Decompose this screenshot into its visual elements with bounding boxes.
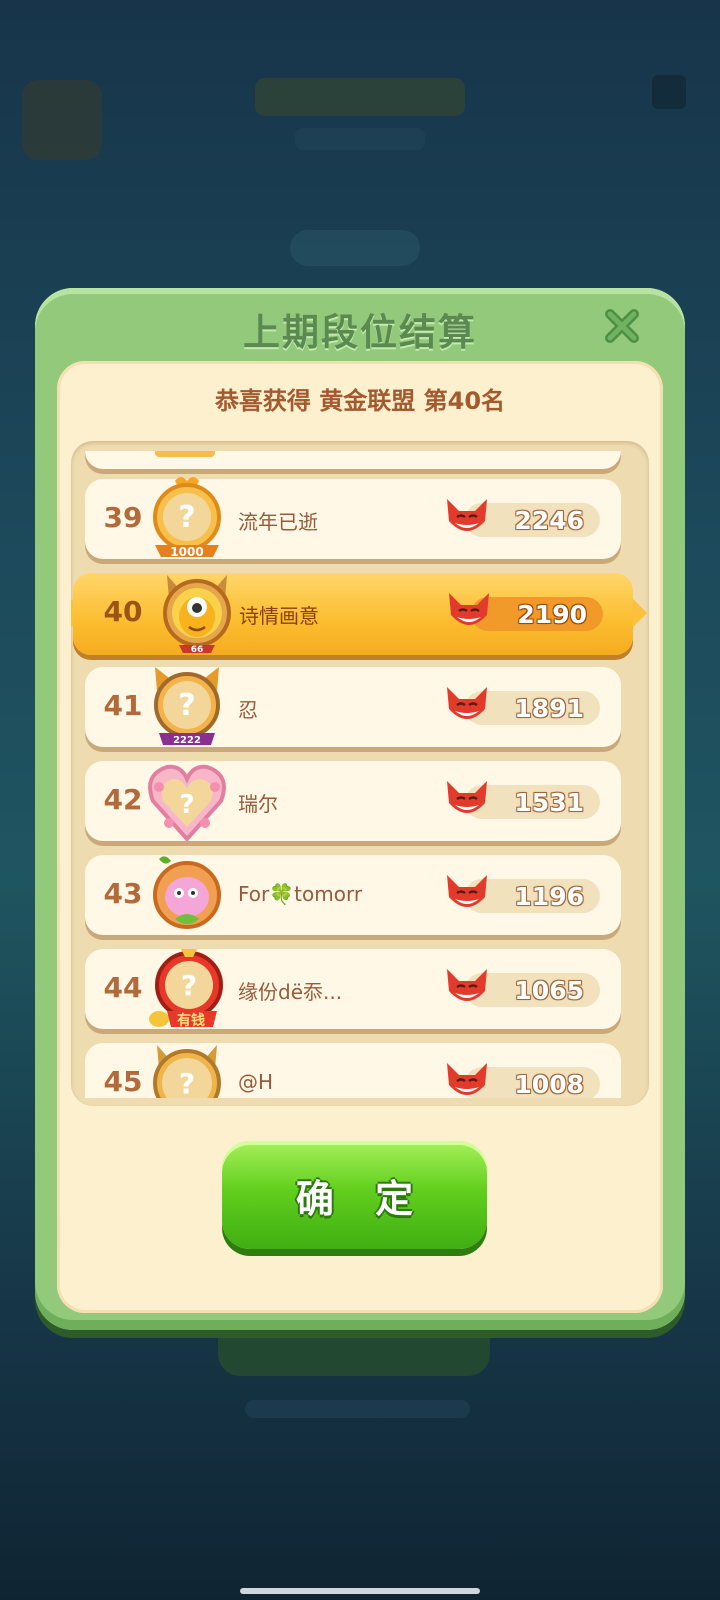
table-row[interactable]: 44 ? 有钱 缘份dë忝... 1065	[85, 949, 621, 1029]
player-name: @H	[238, 1070, 274, 1094]
fox-icon	[449, 593, 489, 625]
avatar-cat-ribbon-frame-icon[interactable]: ? 2222	[145, 663, 229, 751]
score-value: 1196	[514, 882, 584, 911]
background-event-icon	[22, 80, 102, 160]
svg-text:?: ?	[179, 790, 194, 820]
fox-icon	[447, 499, 487, 531]
avatar-flower-heart-frame-icon[interactable]: ?	[145, 757, 229, 845]
svg-text:?: ?	[181, 969, 197, 1002]
settlement-dialog: 上期段位结算 恭喜获得 黄金联盟 第40名 39 ? 1000 流年已逝 224…	[35, 288, 685, 1330]
avatar-cat-crown-frame-icon[interactable]: ?	[145, 1039, 229, 1098]
table-row[interactable]: 43 For🍀tomorr 1196	[85, 855, 621, 935]
avatar-frame-partial	[155, 451, 215, 457]
svg-text:?: ?	[179, 1067, 195, 1098]
player-name: 瑞尔	[238, 792, 278, 816]
rank-number: 44	[103, 971, 143, 1004]
score-value: 1531	[514, 788, 584, 817]
background-close-blur	[652, 75, 686, 109]
svg-text:?: ?	[178, 500, 195, 535]
score-value: 1891	[514, 694, 584, 723]
fox-icon	[447, 1063, 487, 1095]
highlight-arrow-left	[71, 599, 73, 627]
confirm-button[interactable]: 确 定	[222, 1141, 487, 1249]
congrats-text: 恭喜获得 黄金联盟 第40名	[214, 387, 506, 415]
table-row[interactable]: 39 ? 1000 流年已逝 2246	[85, 477, 621, 559]
player-name: For🍀tomorr	[238, 882, 363, 906]
svg-text:66: 66	[191, 645, 204, 655]
svg-text:有钱: 有钱	[177, 1012, 205, 1029]
confirm-button-label: 确 定	[295, 1176, 428, 1221]
player-name: 缘份dë忝...	[238, 980, 343, 1004]
table-row-partial	[85, 451, 621, 469]
inner-panel: 恭喜获得 黄金联盟 第40名 39 ? 1000 流年已逝 2246 40 66…	[57, 361, 663, 1313]
svg-text:2222: 2222	[173, 735, 201, 746]
background-title-blur	[255, 78, 465, 116]
table-row[interactable]: 41 ? 2222 忍 1891	[85, 667, 621, 747]
fox-icon	[447, 969, 487, 1001]
fox-icon	[447, 781, 487, 813]
rank-number: 42	[103, 783, 143, 816]
ranking-list[interactable]: 39 ? 1000 流年已逝 2246 40 66 诗情画意 2190 41 ?…	[71, 441, 649, 1106]
fox-icon	[447, 687, 487, 719]
score-value: 2190	[517, 600, 587, 629]
background-text-blur	[245, 1400, 470, 1418]
svg-text:1000: 1000	[170, 545, 203, 559]
dialog-title: 上期段位结算	[243, 311, 477, 354]
rank-number: 43	[103, 877, 143, 910]
fox-icon	[447, 875, 487, 907]
rank-number: 39	[103, 501, 143, 534]
avatar-pink-blob-frame-icon[interactable]	[145, 851, 229, 939]
table-row-current-player[interactable]: 40 66 诗情画意 2190	[71, 573, 647, 655]
avatar-gold-chicken-frame-icon[interactable]: ? 1000	[145, 475, 229, 563]
background-pill-blur	[290, 230, 420, 266]
background-subtitle-blur	[295, 128, 425, 150]
score-value: 1008	[514, 1070, 584, 1098]
avatar-cat-ears-frame-icon[interactable]: 66	[155, 569, 239, 657]
avatar-money-bag-frame-icon[interactable]: ? 有钱	[145, 945, 229, 1033]
rank-number: 45	[103, 1065, 143, 1098]
home-indicator[interactable]	[240, 1588, 480, 1594]
close-button[interactable]	[600, 304, 644, 348]
player-name: 流年已逝	[238, 510, 318, 534]
svg-text:?: ?	[178, 688, 195, 723]
highlight-arrow-right	[633, 599, 647, 627]
player-name: 诗情画意	[239, 604, 319, 628]
ranking-list-viewport[interactable]: 39 ? 1000 流年已逝 2246 40 66 诗情画意 2190 41 ?…	[71, 451, 649, 1098]
rank-number: 40	[103, 595, 143, 628]
score-value: 2246	[514, 506, 584, 535]
table-row[interactable]: 42 ? 瑞尔 1531	[85, 761, 621, 842]
player-name: 忍	[238, 698, 258, 722]
score-value: 1065	[514, 976, 584, 1005]
close-icon	[605, 309, 639, 343]
table-row[interactable]: 45 ? @H 1008	[85, 1043, 621, 1098]
rank-number: 41	[103, 689, 143, 722]
